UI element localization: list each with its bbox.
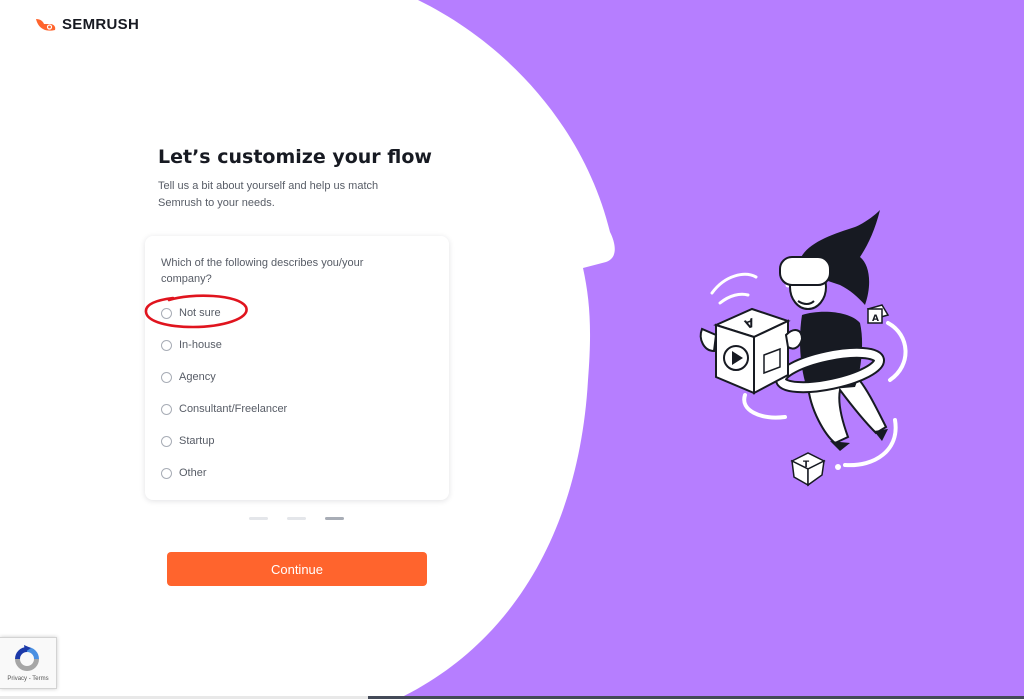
- vr-headset: [779, 256, 831, 286]
- page-title: Let’s customize your flow: [158, 146, 432, 168]
- radio-button[interactable]: [161, 403, 172, 415]
- recaptcha-footer-links[interactable]: Privacy - Terms: [0, 676, 56, 682]
- option-other[interactable]: Other: [161, 464, 207, 482]
- fire-logo-icon: [36, 19, 56, 31]
- step-indicator: [249, 517, 344, 520]
- swirl-line: [742, 393, 787, 420]
- step-dot: [249, 517, 268, 520]
- option-label: Consultant/Freelancer: [179, 403, 288, 415]
- option-label: Other: [179, 467, 207, 479]
- onboarding-page: SEMRUSH Let’s customize your flow Tell u…: [0, 0, 1024, 699]
- option-consultant-freelancer[interactable]: Consultant/Freelancer: [161, 400, 287, 418]
- option-label: Agency: [179, 371, 216, 383]
- shoe-shape: [874, 429, 888, 441]
- option-not-sure[interactable]: Not sure: [161, 304, 221, 322]
- step-dot-active: [325, 517, 344, 520]
- swirl-line: [710, 272, 758, 295]
- radio-button[interactable]: [161, 435, 172, 447]
- cube-letter: A: [872, 314, 879, 324]
- swirl-line: [718, 292, 750, 305]
- recaptcha-badge[interactable]: Privacy - Terms: [0, 637, 57, 689]
- hand-shape: [784, 329, 804, 350]
- radio-button[interactable]: [161, 307, 172, 319]
- step-dot: [287, 517, 306, 520]
- continue-button[interactable]: Continue: [167, 552, 427, 586]
- radio-button[interactable]: [161, 339, 172, 351]
- question-text: Which of the following describes you/you…: [161, 257, 364, 285]
- semrush-logo[interactable]: SEMRUSH: [34, 15, 139, 33]
- shoe-shape: [830, 441, 850, 451]
- hand-shape: [699, 327, 718, 353]
- option-label: In-house: [179, 339, 222, 351]
- page-subtitle: Tell us a bit about yourself and help us…: [158, 180, 379, 209]
- option-in-house[interactable]: In-house: [161, 336, 222, 354]
- swirl-line: [886, 321, 908, 382]
- radio-button[interactable]: [161, 371, 172, 383]
- vr-character-illustration: A A T: [699, 210, 908, 487]
- option-startup[interactable]: Startup: [161, 432, 214, 450]
- option-agency[interactable]: Agency: [161, 368, 216, 386]
- radio-button[interactable]: [161, 467, 172, 479]
- option-label: Startup: [179, 435, 215, 447]
- option-label: Not sure: [179, 307, 221, 319]
- question-card: Which of the following describes you/you…: [145, 236, 449, 500]
- cube-letter: T: [803, 460, 810, 470]
- recaptcha-icon: [15, 645, 39, 671]
- swirl-dot: [835, 464, 841, 470]
- logo-wordmark: SEMRUSH: [62, 15, 140, 33]
